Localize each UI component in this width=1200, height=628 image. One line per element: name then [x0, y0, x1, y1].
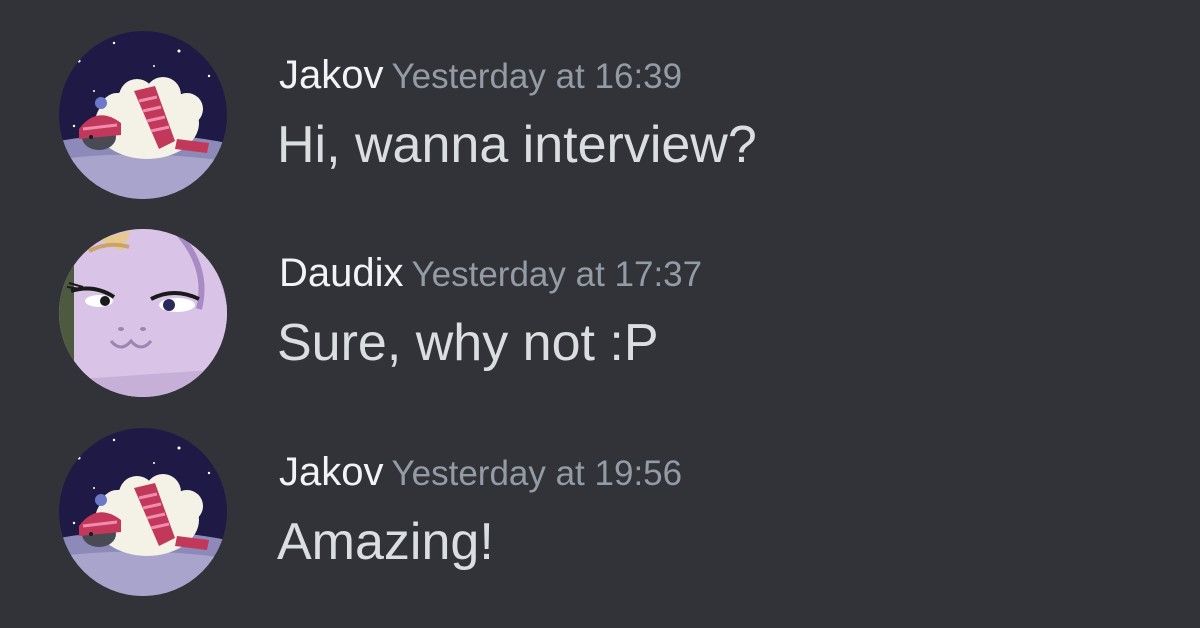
- message-content: Sure, why not :P: [277, 314, 659, 372]
- message: Jakov Yesterday at 19:56 Amazing!: [0, 428, 1200, 598]
- message-content: Hi, wanna interview?: [277, 116, 757, 174]
- username[interactable]: Jakov: [279, 450, 384, 494]
- chat-messages: Jakov Yesterday at 16:39 Hi, wanna interv…: [0, 0, 1200, 628]
- message-header: Jakov Yesterday at 19:56: [279, 448, 682, 505]
- message-header: Daudix Yesterday at 17:37: [279, 249, 702, 306]
- message-content: Amazing!: [277, 513, 494, 571]
- timestamp: Yesterday at 16:39: [391, 57, 683, 96]
- user-avatar-sheep-icon[interactable]: [59, 428, 227, 596]
- timestamp: Yesterday at 19:56: [391, 454, 683, 493]
- message-header: Jakov Yesterday at 16:39: [279, 51, 682, 108]
- username[interactable]: Daudix: [279, 251, 404, 295]
- timestamp: Yesterday at 17:37: [411, 255, 703, 294]
- message: Daudix Yesterday at 17:37 Sure, why not :…: [0, 229, 1200, 399]
- message: Jakov Yesterday at 16:39 Hi, wanna interv…: [0, 31, 1200, 201]
- user-avatar-sheep-icon[interactable]: [59, 31, 227, 199]
- username[interactable]: Jakov: [279, 53, 384, 97]
- user-avatar-pony-icon[interactable]: [59, 229, 227, 397]
